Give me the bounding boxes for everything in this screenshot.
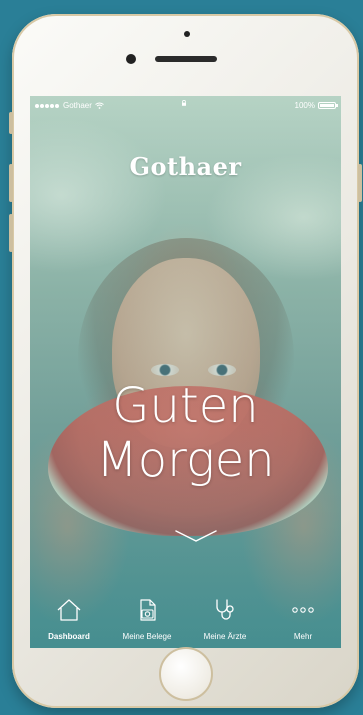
tab-label-mehr: Mehr — [293, 632, 313, 641]
status-bar-left: Gothaer — [35, 101, 104, 110]
chevron-down-icon[interactable] — [174, 528, 218, 544]
carrier-name: Gothaer — [63, 101, 92, 110]
tab-meine-aerzte[interactable]: Meine Ärzte — [186, 586, 264, 648]
wifi-icon — [95, 102, 104, 109]
tab-label-meine-aerzte: Meine Ärzte — [203, 632, 247, 641]
home-button[interactable] — [159, 647, 213, 701]
battery-icon — [318, 102, 338, 109]
camera-document-icon — [140, 599, 156, 621]
side-button-volume-down — [9, 214, 13, 252]
proximity-sensor — [184, 31, 190, 37]
home-icon — [57, 599, 81, 621]
more-dots-icon — [292, 607, 314, 613]
phone-frame: Gothaer 100% Gothaer Guten Morgen Dashbo… — [9, 14, 362, 708]
lock-icon — [182, 100, 186, 106]
greeting-line-1: Guten — [112, 378, 259, 434]
signal-dots-icon — [35, 101, 60, 110]
side-button-mute — [9, 112, 13, 134]
tab-dashboard[interactable]: Dashboard — [30, 586, 108, 648]
stethoscope-icon — [216, 599, 234, 620]
status-bar-right: 100% — [294, 101, 338, 110]
side-button-volume-up — [9, 164, 13, 202]
app-screen: Gothaer 100% Gothaer Guten Morgen Dashbo… — [30, 96, 341, 648]
tab-meine-belege[interactable]: Meine Belege — [108, 586, 186, 648]
earpiece-speaker — [155, 56, 217, 62]
gothaer-logo: Gothaer — [129, 152, 242, 181]
front-camera — [126, 54, 136, 64]
battery-level-fill — [320, 104, 334, 107]
tab-mehr[interactable]: Mehr — [264, 586, 341, 648]
greeting-line-2: Morgen — [96, 432, 275, 488]
status-bar: Gothaer 100% — [30, 96, 341, 114]
tab-label-meine-belege: Meine Belege — [122, 632, 172, 641]
side-button-power — [358, 164, 362, 202]
battery-percent: 100% — [294, 101, 315, 110]
tab-label-dashboard: Dashboard — [48, 632, 90, 641]
greeting-text: Guten Morgen — [30, 379, 341, 487]
tab-bar: Dashboard Meine Belege Meine Ärzte Mehr — [30, 586, 341, 648]
